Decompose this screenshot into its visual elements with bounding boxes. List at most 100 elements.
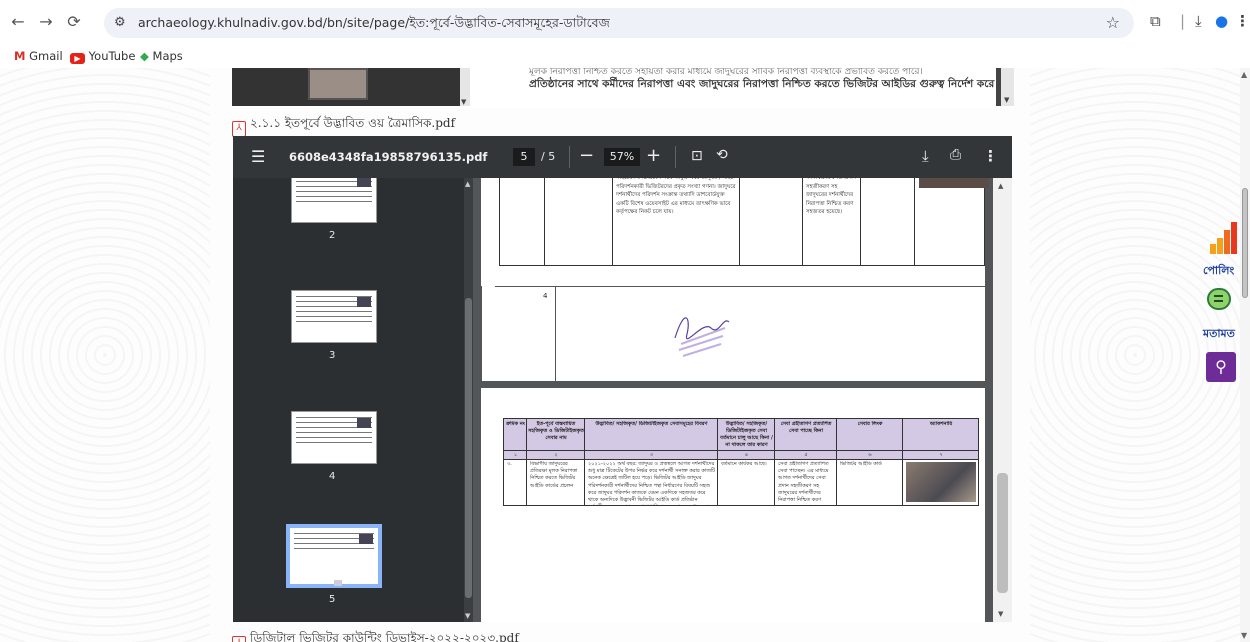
poll-bar (1210, 244, 1216, 254)
chat-line (1214, 300, 1223, 302)
toolbar-divider: | (1180, 12, 1186, 30)
scroll-up-icon[interactable]: ▲ (465, 180, 470, 188)
row-divider (495, 286, 985, 287)
scroll-down-icon[interactable]: ▼ (1004, 96, 1009, 104)
reload-icon[interactable]: ⟳ (62, 10, 86, 34)
profile-avatar-icon[interactable]: ● (1215, 12, 1228, 30)
pdf-page-5: ক্রমিক নং ইত-পূর্বে বাস্তবায়িত সহজিকৃত … (481, 388, 985, 622)
page-scrollbar[interactable]: ▲ ▼ (1240, 68, 1250, 642)
fit-page-icon[interactable]: ⊡ (691, 148, 703, 164)
pdf-file-icon: ⅄ (232, 636, 246, 642)
poll-label[interactable]: পোলিং (1203, 262, 1234, 281)
thumbnail-label: 4 (329, 471, 336, 482)
zoom-in-icon[interactable]: + (646, 145, 661, 166)
column-number: ৬ (868, 452, 872, 458)
column-number: ১ (513, 452, 518, 458)
column-number: ২ (554, 452, 558, 458)
table-cell: ভিজিটর আইডি কার্ড (840, 461, 882, 467)
address-bar[interactable]: ⚙ archaeology.khulnadiv.gov.bd/bn/site/p… (104, 8, 1134, 38)
bookmark-star-icon[interactable]: ☆ (1106, 13, 1120, 32)
rotate-icon[interactable]: ⟲ (716, 147, 728, 163)
poll-bar-icon[interactable] (1210, 222, 1237, 254)
feedback-label[interactable]: মতামত (1203, 325, 1235, 344)
video-scrollbar[interactable]: ▼ (460, 68, 470, 106)
video-thumbnail (308, 68, 368, 100)
print-icon[interactable]: ⎙ (950, 147, 961, 163)
hamburger-menu-icon[interactable]: ☰ (251, 147, 265, 166)
toolbar-separator (675, 146, 676, 168)
gmail-icon: M (14, 49, 26, 63)
scroll-down-icon[interactable]: ▼ (461, 98, 466, 106)
table-cell: ৩. (507, 461, 512, 467)
visitor-id-photo (906, 462, 976, 502)
table-header-cell: উদ্ভাবিত/ সহজিকৃত/ ডিজিটাইজকৃত সেবা বর্ত… (720, 421, 773, 448)
video-embed[interactable]: ▼ (232, 68, 470, 106)
scrollbar-thumb[interactable] (997, 473, 1008, 593)
column-number: ৭ (939, 452, 943, 458)
bookmark-maps[interactable]: ◆ Maps (140, 49, 183, 63)
page-thumbnail-2[interactable] (291, 178, 377, 223)
thumbnail-sidebar: 2 3 4 5 (233, 178, 473, 622)
document-scrollbar[interactable]: ▲ ▼ (993, 178, 1012, 622)
content-strip: ▼ মূলক নিরাপত্তা নিশ্চিত করতে সহায়তা কর… (232, 68, 1014, 108)
pdf-download-icon[interactable]: ⤓ (922, 147, 929, 165)
pdf-filename: 6608e4348fa19858796135.pdf (289, 150, 488, 164)
scroll-down-icon[interactable]: ▼ (1241, 631, 1247, 640)
download-icon[interactable]: ⤓ (1195, 12, 1202, 30)
table-header-cell: ক্রমিক নং (506, 421, 525, 427)
bookmark-gmail[interactable]: M Gmail (14, 49, 63, 63)
pdf-more-icon[interactable]: ⋮ (983, 147, 998, 165)
page5-table: ক্রমিক নং ইত-পূর্বে বাস্তবায়িত সহজিকৃত … (503, 418, 979, 506)
thumb-photo (357, 418, 371, 428)
text-scrollbar[interactable]: ▼ (996, 68, 1014, 106)
text-line-2: প্রতিষ্ঠানের সাথে কর্মীদের নিরাপত্তা এবং… (529, 78, 998, 90)
bookmark-label: YouTube (88, 49, 136, 63)
column-number: ৫ (804, 452, 808, 458)
decorative-pattern-left (0, 68, 210, 642)
page-thumbnail-5-selected[interactable] (286, 524, 382, 588)
zoom-input[interactable]: 57% (604, 148, 640, 166)
page4-photo (919, 178, 989, 188)
site-info-icon[interactable]: ⚙ (114, 15, 126, 30)
back-icon[interactable]: ← (6, 10, 30, 34)
thumbnail-scrollbar[interactable]: ▲ ▼ (464, 178, 473, 622)
table-column (740, 178, 803, 266)
page-number-input[interactable]: 5 (513, 148, 535, 166)
thumb-photo (357, 297, 371, 307)
table-header-cell: সেবা গ্রহীতাগণ প্রত্যাশিত সেবা পাচ্ছে কি… (780, 421, 832, 434)
browser-toolbar: ← → ⟳ ⚙ archaeology.khulnadiv.gov.bd/bn/… (0, 0, 1250, 48)
page4-table: সাইটের নির্দিষ্ট প্রবেশ পথে সংযুক্ত করে … (499, 178, 989, 266)
row-border (481, 286, 482, 381)
toolbar-separator (569, 146, 570, 168)
table-cell: ২০২১-২০২২ অর্থ বছর: জাদুঘর ও প্রত্নস্থলে… (588, 461, 715, 505)
table-column (861, 178, 915, 266)
table-column (545, 178, 613, 266)
scroll-down-icon[interactable]: ▼ (998, 610, 1003, 618)
scroll-down-icon[interactable]: ▼ (465, 612, 470, 620)
url-text[interactable]: archaeology.khulnadiv.gov.bd/bn/site/pag… (138, 15, 610, 35)
poll-bar (1231, 222, 1237, 254)
thumb-photo (359, 534, 373, 544)
scroll-up-icon[interactable]: ▲ (998, 182, 1003, 190)
page-total: / 5 (541, 150, 556, 163)
table-header-cell: ইত-পূর্বে বাস্তবায়িত সহজিকৃত ও ডিজিটাইজ… (528, 421, 584, 441)
forward-icon[interactable]: → (34, 10, 58, 34)
poll-bar (1217, 238, 1223, 254)
extensions-icon[interactable]: ⧉ (1150, 12, 1161, 30)
bookmark-youtube[interactable]: ▶ YouTube (70, 49, 135, 64)
feedback-chat-icon[interactable] (1207, 288, 1231, 310)
pdf-link-1[interactable]: ⅄ ২.১.১ ইতপূর্বে উদ্ভাবিত ওয় ত্রৈমাসিক.p… (232, 115, 455, 137)
scrollbar-thumb[interactable] (1242, 188, 1248, 298)
youtube-icon: ▶ (70, 53, 85, 64)
browser-menu-icon[interactable]: ⋮ (1235, 12, 1250, 30)
page-thumbnail-4[interactable] (291, 411, 377, 464)
page-thumbnail-3[interactable] (291, 290, 377, 343)
pdf-link-2[interactable]: ⅄ ডিজিটাল ভিজিটর কাউন্টিং ডিভাইস-২০২২-২০২… (232, 630, 519, 642)
table-cell: সেবা গ্রহীতাগণ প্রত্যাশিত সেবা পাচ্ছেন। … (778, 461, 829, 505)
scrollbar-thumb[interactable] (465, 298, 472, 598)
bookmarks-bar: M Gmail ▶ YouTube ◆ Maps (0, 48, 1250, 68)
zoom-out-icon[interactable]: − (579, 146, 594, 166)
accessibility-icon[interactable]: ⚲ (1206, 352, 1236, 382)
table-header-cell: সেবার লিংক (857, 421, 883, 427)
scroll-up-icon[interactable]: ▲ (1241, 70, 1247, 79)
